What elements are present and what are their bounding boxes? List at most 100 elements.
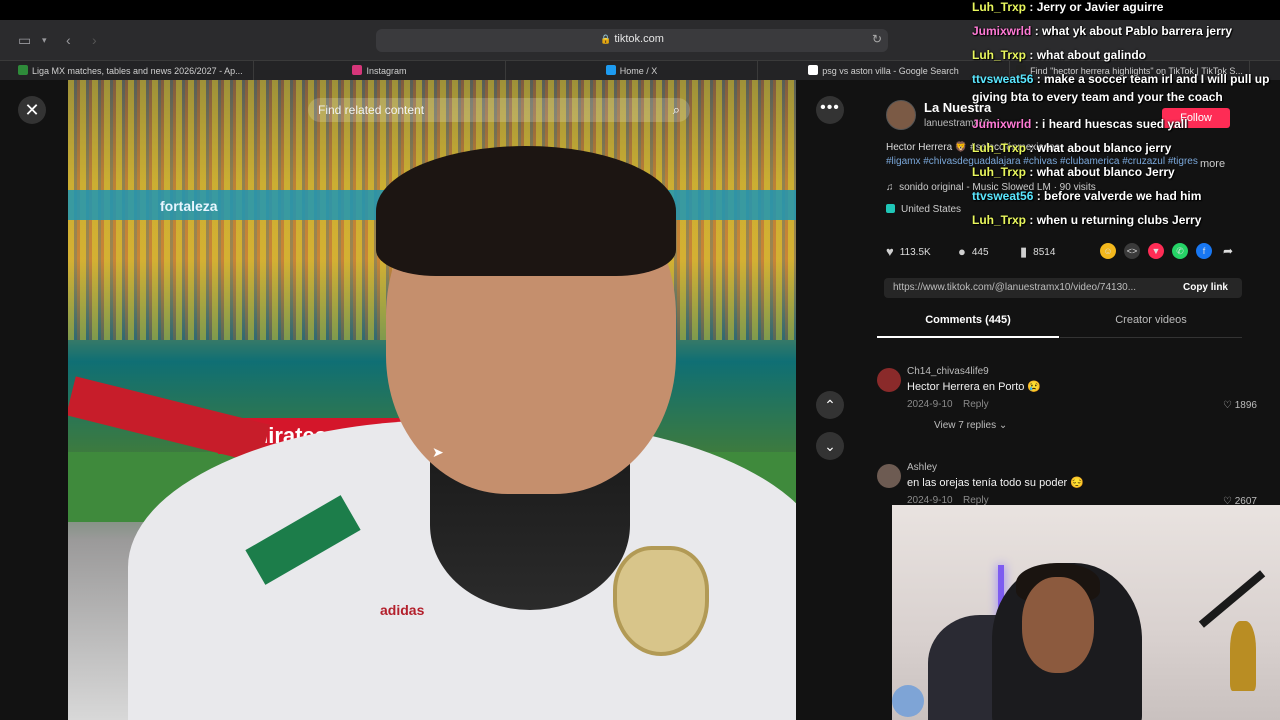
like-button[interactable]: ♥ 113.5K [886,244,931,259]
stream-chat-overlay: Luh_Trxp : Jerry or Javier aguirre Jumix… [972,0,1280,232]
share-arrow-icon[interactable]: ➦ [1220,243,1236,259]
mexico-crest-icon [613,546,709,656]
chat-text: i heard huescas sued yall [1042,117,1188,131]
chat-username: Luh_Trxp [972,141,1027,155]
chat-username: Luh_Trxp [972,0,1027,14]
comment-date: 2024-9-10 [907,399,953,410]
chat-message: Luh_Trxp : what about galindo [972,48,1147,62]
chat-username: Jumixwrld [972,24,1032,38]
commenter-avatar[interactable] [877,464,901,488]
chat-username: Luh_Trxp [972,213,1027,227]
heart-outline-icon: ♡ [1223,400,1232,411]
comment-text: en las orejas tenía todo su poder 😔 [907,477,1084,489]
chat-text: before valverde we had him [1044,189,1202,203]
tab-favicon-icon [808,65,819,75]
url-text: tiktok.com [614,33,664,45]
chat-username: Luh_Trxp [972,165,1027,179]
view-replies-button[interactable]: View 7 replies ⌄ [934,420,1007,431]
tab-instagram[interactable]: Instagram [254,61,506,81]
video-player-hair [376,146,676,276]
video-banner-text: fortaleza [160,198,218,214]
facebook-icon[interactable]: f [1196,243,1212,259]
chat-message: Luh_Trxp : when u returning clubs Jerry [972,213,1202,227]
video-shoulder-red [68,376,270,464]
chat-text: what about galindo [1036,48,1147,62]
chat-text: what about blanco jerry [1036,141,1172,155]
video-sponsor-logo: adidas [380,602,425,618]
chat-text: what yk about Pablo barrera jerry [1042,24,1233,38]
heart-icon: ♥ [886,244,894,259]
whatsapp-icon[interactable]: ✆ [1172,243,1188,259]
tab-creator-videos[interactable]: Creator videos [1060,314,1242,338]
send-icon[interactable]: ▼ [1148,243,1164,259]
location-row[interactable]: United States [886,204,961,215]
chat-username: ttvsweat56 [972,189,1034,203]
chat-text: when u returning clubs Jerry [1036,213,1202,227]
next-video-button[interactable]: ⌄ [816,432,844,460]
chat-message: Luh_Trxp : what about blanco Jerry [972,165,1175,179]
lock-icon: 🔒 [600,34,612,44]
save-button[interactable]: ▮ 8514 [1020,244,1055,260]
chevron-up-icon: ⌃ [824,397,836,413]
comment-icon: ● [958,244,966,259]
webcam-ball [892,685,924,717]
chat-username: ttvsweat56 [972,72,1034,86]
chat-message: Luh_Trxp : what about blanco jerry [972,141,1172,155]
video-link-field[interactable]: https://www.tiktok.com/@lanuestramx10/vi… [884,278,1242,298]
chevron-down-icon: ⌄ [998,420,1008,431]
chat-message: ttvsweat56 : make a soccer team irl and … [972,72,1270,104]
chat-username: Jumixwrld [972,117,1032,131]
comment-like-button[interactable]: ♡ 1896 [1223,400,1257,411]
embed-icon[interactable]: <> [1124,243,1140,259]
chat-username: Luh_Trxp [972,48,1027,62]
address-bar[interactable]: 🔒 tiktok.com ↻ [376,29,888,52]
reload-icon[interactable]: ↻ [872,32,882,46]
tab-liga-mx[interactable]: Liga MX matches, tables and news 2026/20… [18,61,254,81]
tab-x[interactable]: Home / X [506,61,758,81]
related-search-input[interactable]: Find related content ⌕ [308,98,690,122]
reply-button[interactable]: Reply [963,399,989,410]
location-text: United States [901,204,962,215]
more-icon: ••• [820,99,840,116]
comment-button[interactable]: ● 445 [958,244,989,259]
save-count: 8514 [1033,247,1056,258]
video-link-text: https://www.tiktok.com/@lanuestramx10/vi… [893,282,1137,293]
forward-icon[interactable]: › [92,30,97,50]
chevron-down-icon: ⌄ [824,438,836,454]
comment-count: 445 [971,247,989,258]
tab-comments[interactable]: Comments (445) [877,314,1059,338]
mouse-cursor-icon: ➤ [432,444,444,460]
back-icon[interactable]: ‹ [66,30,71,50]
avatar[interactable] [886,100,916,130]
tab-favicon-icon [605,65,616,75]
commenter-name[interactable]: Ch14_chivas4life9 [907,366,989,377]
chat-message: Jumixwrld : what yk about Pablo barrera … [972,24,1233,38]
tab-favicon-icon [18,65,28,75]
comment-like-count: 1896 [1234,400,1257,411]
close-button[interactable]: ✕ [18,96,46,124]
chat-message: ttvsweat56 : before valverde we had him [972,189,1202,203]
share-friends-icon[interactable]: ☺ [1100,243,1116,259]
chat-message: Luh_Trxp : Jerry or Javier aguirre [972,0,1164,14]
tab-favicon-icon [352,65,363,75]
video-player[interactable]: fortaleza Emirates adidas Find related c… [68,80,796,720]
commenter-name[interactable]: Ashley [907,462,937,473]
chevron-down-icon[interactable]: ▾ [42,30,47,50]
like-count: 113.5K [899,247,931,258]
previous-video-button[interactable]: ⌃ [816,391,844,419]
related-search-placeholder: Find related content [318,103,425,117]
music-note-icon: ♫ [886,182,894,193]
search-icon[interactable]: ⌕ [673,102,680,118]
chat-text: Jerry or Javier aguirre [1036,0,1164,14]
webcam-mic-arm [1198,570,1266,628]
close-icon: ✕ [24,100,40,120]
webcam-person-face [1022,577,1094,673]
chat-text: what about blanco Jerry [1036,165,1175,179]
commenter-avatar[interactable] [877,368,901,392]
copy-link-button[interactable]: Copy link [1183,282,1228,293]
comment-text: Hector Herrera en Porto 😢 [907,381,1042,393]
webcam-overlay [892,505,1280,720]
more-options-button[interactable]: ••• [816,96,844,124]
sidebar-toggle-icon[interactable]: ▭ [18,30,31,50]
trophy-icon [1230,621,1256,691]
